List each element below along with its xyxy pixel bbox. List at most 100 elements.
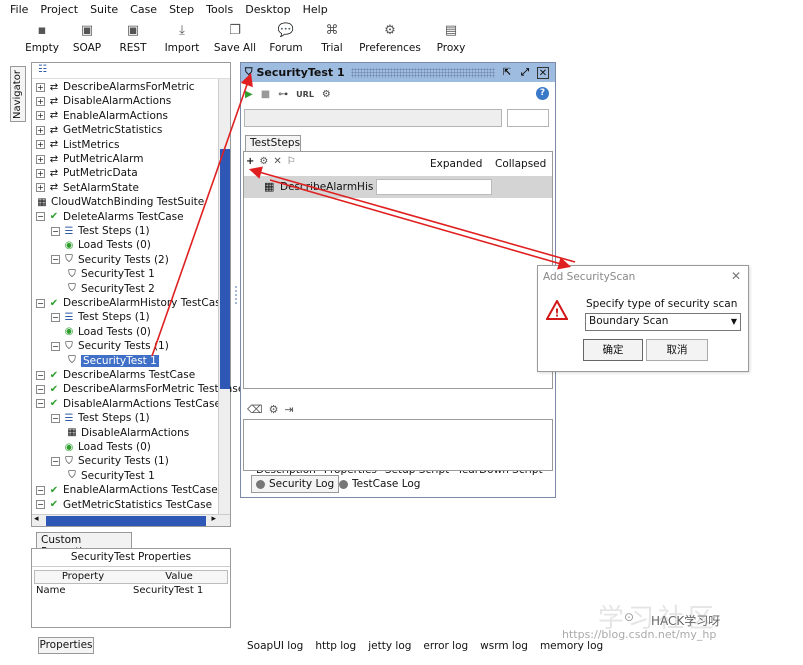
log-tab-wsrm-log[interactable]: wsrm log <box>480 640 528 652</box>
tree-item[interactable]: + ⇄ ListMetrics <box>36 138 119 152</box>
stop-icon[interactable]: ■ <box>261 89 270 100</box>
tree-item[interactable]: + ⇄ GetMetricStatistics <box>36 123 162 137</box>
expand-toggle-icon[interactable]: + <box>36 96 45 106</box>
menu-case[interactable]: Case <box>124 0 163 18</box>
run-icon[interactable]: ▶ <box>245 89 253 100</box>
tree-item[interactable]: − ☰ Test Steps (1) <box>51 411 150 425</box>
tree-item[interactable]: − ⛉ Security Tests (1) <box>51 454 169 468</box>
scan-type-select[interactable]: Boundary Scan ▼ <box>585 313 741 331</box>
tree-item[interactable]: − ✔ GetMetricStatistics TestCase <box>36 498 212 512</box>
expanded-button[interactable]: Expanded <box>430 158 482 170</box>
scan-assertion-icon[interactable]: ⚐ <box>287 156 296 167</box>
settings-gear-icon[interactable]: ⚙ <box>322 89 331 100</box>
cancel-button[interactable]: 取消 <box>646 339 708 361</box>
configure-scan-icon[interactable]: ⚙ <box>259 156 268 167</box>
property-column-header[interactable]: Property <box>35 571 131 583</box>
toolbar-preferences-button[interactable]: ⚙ Preferences <box>354 20 426 60</box>
menu-tools[interactable]: Tools <box>200 0 239 18</box>
expand-toggle-icon[interactable]: − <box>36 500 45 510</box>
test-steps-tab[interactable]: TestSteps <box>245 135 301 151</box>
tree-item[interactable]: ⛉ SecurityTest 2 <box>66 282 155 296</box>
tree-item[interactable]: ◉ Load Tests (0) <box>51 440 151 454</box>
toolbar-empty-button[interactable]: ▪ Empty <box>20 20 64 60</box>
restore-icon[interactable]: ⇱ <box>501 67 513 79</box>
scroll-right-arrow-icon[interactable]: ▸ <box>211 514 216 524</box>
panel-splitter[interactable] <box>232 62 240 527</box>
tree-item[interactable]: ⛉ SecurityTest 1 <box>66 267 155 281</box>
expand-toggle-icon[interactable] <box>51 442 60 452</box>
tree-item[interactable]: − ☰ Test Steps (1) <box>51 310 150 324</box>
tree-item[interactable]: − ✔ DescribeAlarms TestCase <box>36 368 195 382</box>
expand-toggle-icon[interactable]: − <box>51 226 60 236</box>
expand-toggle-icon[interactable] <box>51 327 60 337</box>
log-tab-soapui-log[interactable]: SoapUI log <box>247 640 303 652</box>
log-tab-jetty-log[interactable]: jetty log <box>368 640 411 652</box>
tree-item[interactable]: − ✔ DescribeAlarmsForMetric TestCase <box>36 382 244 396</box>
security-test-titlebar[interactable]: ⛉ SecurityTest 1 ⇱ ⤢ ✕ <box>241 63 555 82</box>
expand-toggle-icon[interactable]: − <box>36 212 45 222</box>
remove-scan-icon[interactable]: ✕ <box>273 156 281 167</box>
close-icon[interactable]: ✕ <box>537 66 549 79</box>
expand-toggle-icon[interactable] <box>51 240 60 250</box>
tree-item[interactable]: ▦ DisableAlarmActions <box>66 426 189 440</box>
tree-horizontal-scrollbar[interactable]: ◂ ▸ <box>32 514 230 526</box>
maximize-icon[interactable]: ⤢ <box>519 67 531 79</box>
navigator-tab[interactable]: Navigator <box>10 66 26 122</box>
menu-help[interactable]: Help <box>297 0 334 18</box>
ok-button[interactable]: 确定 <box>583 339 643 361</box>
property-value-cell[interactable]: SecurityTest 1 <box>131 585 228 599</box>
tree-item[interactable]: ◉ Load Tests (0) <box>51 238 151 252</box>
toolbar-save-all-button[interactable]: ❐ Save All <box>208 20 262 60</box>
tree-item[interactable]: ⛉ SecurityTest 1 <box>66 469 155 483</box>
menu-suite[interactable]: Suite <box>84 0 124 18</box>
expand-toggle-icon[interactable]: − <box>51 255 60 265</box>
toolbar-rest-button[interactable]: ▣ REST <box>110 20 156 60</box>
test-step-row[interactable]: ▦ DescribeAlarmHis <box>244 176 552 198</box>
menu-file[interactable]: File <box>4 0 34 18</box>
log-settings-gear-icon[interactable]: ⚙ <box>269 403 279 416</box>
tree-item[interactable]: ◉ Load Tests (0) <box>51 325 151 339</box>
menu-step[interactable]: Step <box>163 0 200 18</box>
tree-view-icon[interactable]: ☷ <box>38 64 47 75</box>
tree-item[interactable]: − ✔ DescribeAlarmHistory TestCase <box>36 296 227 310</box>
dropdown-arrow-icon[interactable]: ▼ <box>731 317 737 326</box>
tree-item[interactable]: − ✔ EnableAlarmActions TestCase <box>36 483 218 497</box>
tree-item[interactable]: + ⇄ EnableAlarmActions <box>36 109 168 123</box>
menu-desktop[interactable]: Desktop <box>239 0 296 18</box>
value-column-header[interactable]: Value <box>131 571 227 583</box>
tree-item[interactable]: − ✔ DisableAlarmActions TestCase <box>36 397 221 411</box>
toolbar-forum-button[interactable]: 💬 Forum <box>262 20 310 60</box>
expand-toggle-icon[interactable]: − <box>51 413 60 423</box>
expand-toggle-icon[interactable]: + <box>36 168 45 178</box>
custom-properties-tab[interactable]: Custom Properties <box>36 532 132 558</box>
tree-item[interactable]: + ⇄ PutMetricAlarm <box>36 152 143 166</box>
tree-vertical-scroll-thumb[interactable] <box>220 149 230 389</box>
export-log-icon[interactable]: ⇥ <box>284 403 293 416</box>
tree-item[interactable]: − ⛉ Security Tests (2) <box>51 253 169 267</box>
help-icon[interactable]: ? <box>536 87 549 100</box>
expand-toggle-icon[interactable]: + <box>36 154 45 164</box>
security-log-tab[interactable]: Security Log <box>251 475 340 493</box>
tree-item[interactable]: − ⛉ Security Tests (1) <box>51 339 169 353</box>
url-icon[interactable]: URL <box>296 90 314 99</box>
expand-toggle-icon[interactable]: + <box>36 125 45 135</box>
log-tab-memory-log[interactable]: memory log <box>540 640 603 652</box>
expand-toggle-icon[interactable]: − <box>36 384 45 394</box>
tree-item[interactable]: + ⇄ DisableAlarmActions <box>36 94 171 108</box>
expand-toggle-icon[interactable]: + <box>36 183 45 193</box>
expand-toggle-icon[interactable]: + <box>36 140 45 150</box>
tree-horizontal-scroll-thumb[interactable] <box>46 516 206 526</box>
tree-item[interactable]: + ⇄ DescribeAlarmsForMetric <box>36 80 195 94</box>
collapsed-button[interactable]: Collapsed <box>495 158 546 170</box>
dialog-close-icon[interactable]: ✕ <box>731 269 741 283</box>
toolbar-import-button[interactable]: ⤓ Import <box>156 20 208 60</box>
expand-toggle-icon[interactable]: − <box>51 312 60 322</box>
log-tab-http-log[interactable]: http log <box>315 640 356 652</box>
properties-table-row[interactable]: Name SecurityTest 1 <box>34 585 228 599</box>
expand-toggle-icon[interactable]: − <box>36 399 45 409</box>
expand-toggle-icon[interactable]: + <box>36 111 45 121</box>
expand-toggle-icon[interactable]: − <box>36 485 45 495</box>
tree-item[interactable]: + ⇄ SetAlarmState <box>36 181 139 195</box>
log-tab-error-log[interactable]: error log <box>423 640 468 652</box>
expand-toggle-icon[interactable]: − <box>36 298 45 308</box>
